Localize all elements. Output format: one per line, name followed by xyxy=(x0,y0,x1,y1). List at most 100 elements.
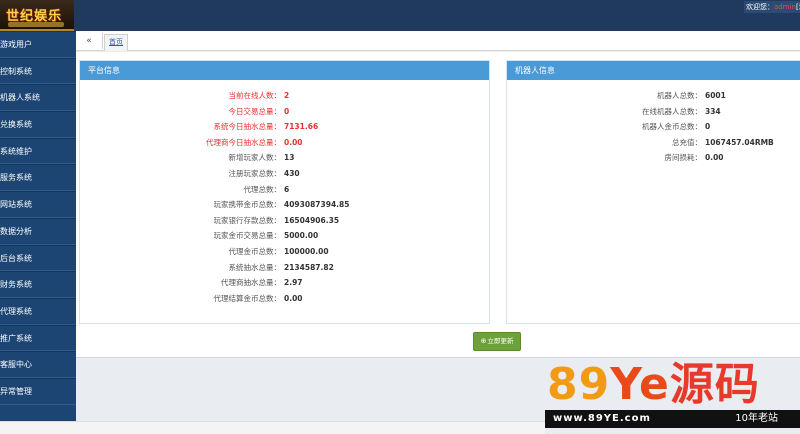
sidebar-item-agents[interactable]: 代理系统 xyxy=(0,297,76,325)
stat-row: 玩家携带金币总数： 4093087394.85 xyxy=(80,197,489,213)
watermark-tag: 10年老站 xyxy=(735,413,778,424)
sidebar-item-analytics[interactable]: 数据分析 xyxy=(0,217,76,245)
stat-label: 机器人总数： xyxy=(657,91,702,100)
welcome-prefix: 欢迎您： xyxy=(746,3,774,11)
platform-info-panel: 平台信息 当前在线人数： 2 今日交易总量： 0 系统今日抽水总量： 7131.66 … xyxy=(79,60,490,324)
bottom-bar xyxy=(0,421,545,434)
stat-value: 13 xyxy=(284,153,295,163)
sidebar-item-control[interactable]: 控制系统 xyxy=(0,57,76,85)
stat-label: 玩家金币交易总量： xyxy=(213,231,282,241)
stat-row: 代理金币总数： 100000.00 xyxy=(80,244,489,260)
robot-info-body: 机器人总数： 6001 在线机器人总数： 334 机器人金币总数： 0 总充值： 106… xyxy=(507,80,800,166)
stat-value: 430 xyxy=(284,168,300,178)
stat-value: 6001 xyxy=(705,91,726,100)
stat-value: 0 xyxy=(705,122,711,132)
stat-row: 今日交易总量： 0 xyxy=(80,104,489,120)
refresh-now-label: 立即更新 xyxy=(487,337,514,345)
stat-row: 当前在线人数： 2 xyxy=(80,88,489,104)
stat-label: 代理结算金币总数： xyxy=(213,293,282,303)
stat-label: 代理金币总数： xyxy=(228,246,282,256)
stat-row: 机器人金币总数： 0 xyxy=(507,119,800,135)
stat-value: 0.00 xyxy=(705,153,724,163)
sidebar-item-finance[interactable]: 财务系统 xyxy=(0,271,76,298)
top-header: 世纪娱乐 欢迎您：admin[退 xyxy=(0,0,800,31)
sidebar-item-backend[interactable]: 后台系统 xyxy=(0,244,76,272)
stat-label: 新增玩家人数： xyxy=(228,153,282,163)
platform-info-body: 当前在线人数： 2 今日交易总量： 0 系统今日抽水总量： 7131.66 代理商今日… xyxy=(80,80,489,306)
sidebar-nav: 游戏用户 控制系统 机器人系统 兑换系统 系统维护 服务系统 网站系统 数据分析… xyxy=(0,31,76,421)
robot-info-title: 机器人信息 xyxy=(507,61,800,80)
stat-value: 0 xyxy=(284,106,290,116)
stat-label: 注册玩家总数： xyxy=(228,168,282,178)
collapse-double-arrow-icon[interactable]: « xyxy=(80,34,98,48)
main-content: 平台信息 当前在线人数： 2 今日交易总量： 0 系统今日抽水总量： 7131.66 … xyxy=(76,52,800,357)
platform-info-title: 平台信息 xyxy=(80,61,489,80)
stat-value: 0.00 xyxy=(284,137,303,147)
sidebar-item-maintenance[interactable]: 系统维护 xyxy=(0,137,76,165)
stat-label: 今日交易总量： xyxy=(228,106,282,116)
sidebar-item-promotion[interactable]: 推广系统 xyxy=(0,324,76,352)
stat-row: 机器人总数： 6001 xyxy=(507,88,800,104)
stat-row: 玩家金币交易总量： 5000.00 xyxy=(80,228,489,244)
stat-row: 总充值： 1067457.04RMB xyxy=(507,135,800,151)
watermark: 89Ye源码 www.89YE.com 10年老站 xyxy=(545,360,800,434)
watermark-logo: 89Ye源码 xyxy=(547,360,800,410)
username-link[interactable]: admin xyxy=(774,3,796,11)
sidebar-item-exceptions[interactable]: 异常管理 xyxy=(0,377,76,405)
watermark-ye: Ye xyxy=(610,359,670,410)
stat-label: 代理总数： xyxy=(243,184,282,194)
stat-label: 玩家银行存款总数： xyxy=(213,215,282,225)
stat-row: 系统今日抽水总量： 7131.66 xyxy=(80,119,489,135)
logo[interactable]: 世纪娱乐 xyxy=(0,0,74,31)
stat-row: 代理商抽水总量： 2.97 xyxy=(80,275,489,291)
stat-label: 当前在线人数： xyxy=(228,91,282,100)
stat-row: 房间损耗： 0.00 xyxy=(507,150,800,166)
sidebar-item-robots[interactable]: 机器人系统 xyxy=(0,84,76,112)
tab-home[interactable]: 首页 xyxy=(104,34,128,51)
stat-value: 2 xyxy=(284,91,290,100)
stat-value: 7131.66 xyxy=(284,122,319,132)
watermark-num: 89 xyxy=(547,359,611,410)
stat-row: 新增玩家人数： 13 xyxy=(80,150,489,166)
stat-label: 系统抽水总量： xyxy=(228,262,282,272)
stat-label: 房间损耗： xyxy=(664,153,703,163)
watermark-hanzi: 源码 xyxy=(669,359,760,410)
refresh-now-button[interactable]: ⊕立即更新 xyxy=(473,332,521,351)
stat-value: 0.00 xyxy=(284,293,303,303)
stat-value: 16504906.35 xyxy=(284,215,340,225)
content-divider xyxy=(76,357,800,358)
stat-value: 5000.00 xyxy=(284,231,319,241)
logo-underline xyxy=(8,22,64,27)
stat-row: 代理结算金币总数： 0.00 xyxy=(80,291,489,307)
sidebar-item-players[interactable]: 游戏用户 xyxy=(0,31,76,58)
tab-bar: « 首页 xyxy=(76,31,800,51)
tab-divider xyxy=(102,33,103,49)
sidebar-item-exchange[interactable]: 兑换系统 xyxy=(0,111,76,138)
stat-row: 注册玩家总数： 430 xyxy=(80,166,489,182)
stat-label: 代理商抽水总量： xyxy=(221,278,281,288)
sidebar-item-support[interactable]: 客服中心 xyxy=(0,351,76,378)
welcome-text: 欢迎您：admin[退 xyxy=(744,1,800,13)
watermark-url: www.89YE.com xyxy=(553,413,651,424)
watermark-bar: www.89YE.com 10年老站 xyxy=(545,410,800,428)
stat-row: 玩家银行存款总数： 16504906.35 xyxy=(80,213,489,229)
sidebar-item-service[interactable]: 服务系统 xyxy=(0,164,76,192)
stat-label: 代理商今日抽水总量： xyxy=(206,137,281,147)
stat-value: 2.97 xyxy=(284,278,303,288)
refresh-icon: ⊕ xyxy=(480,337,487,345)
stat-value: 2134587.82 xyxy=(284,262,334,272)
stat-row: 在线机器人总数： 334 xyxy=(507,104,800,120)
sidebar-item-website[interactable]: 网站系统 xyxy=(0,191,76,218)
stat-row: 系统抽水总量： 2134587.82 xyxy=(80,260,489,276)
stat-label: 总充值： xyxy=(672,137,702,147)
stat-value: 4093087394.85 xyxy=(284,200,350,210)
stat-value: 6 xyxy=(284,184,290,194)
logout-link[interactable]: [退 xyxy=(796,3,800,11)
stat-row: 代理商今日抽水总量： 0.00 xyxy=(80,135,489,151)
stat-value: 1067457.04RMB xyxy=(705,137,774,147)
stat-row: 代理总数： 6 xyxy=(80,182,489,198)
stat-label: 系统今日抽水总量： xyxy=(213,122,282,132)
stat-value: 334 xyxy=(705,106,721,116)
stat-label: 机器人金币总数： xyxy=(642,122,702,132)
stat-value: 100000.00 xyxy=(284,246,329,256)
